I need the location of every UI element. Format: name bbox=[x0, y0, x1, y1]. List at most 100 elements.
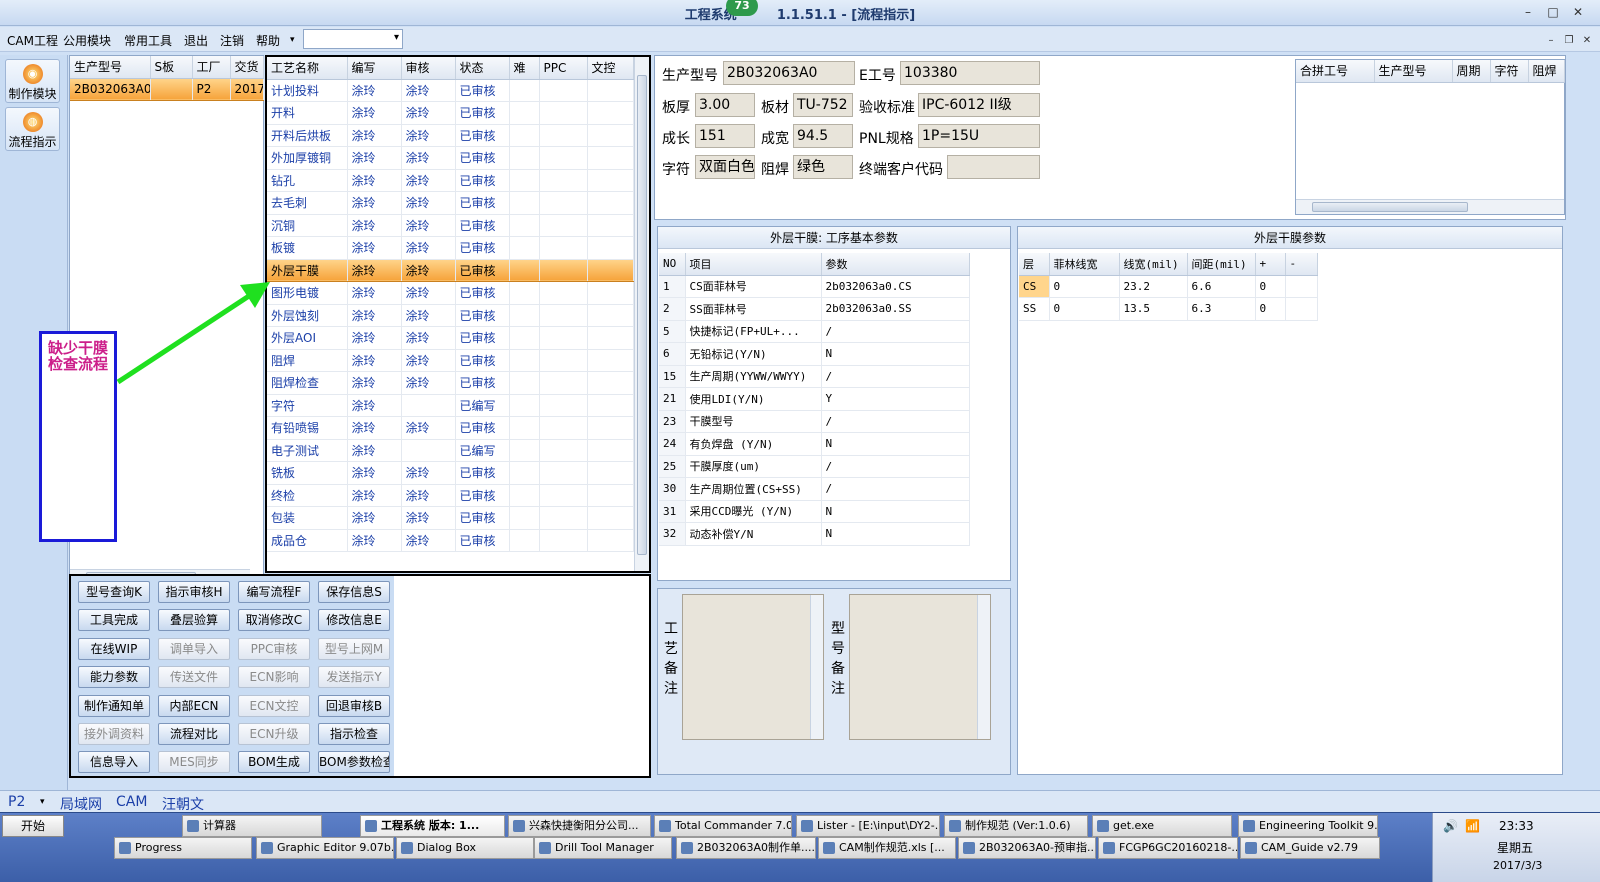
table-row[interactable]: 外加厚镀铜 涂玲 涂玲 已审核 bbox=[267, 146, 634, 170]
table-row[interactable]: 15 生产周期(YYWW/WWYY) / bbox=[659, 365, 970, 388]
col-header[interactable]: 生产型号 bbox=[70, 56, 151, 79]
volume-icon[interactable]: 🔊 bbox=[1443, 819, 1458, 833]
action-button[interactable]: 回退审核B bbox=[318, 694, 390, 717]
action-button[interactable]: 编写流程F bbox=[238, 581, 310, 603]
table-row[interactable]: 外层AOI 涂玲 涂玲 已审核 bbox=[267, 326, 634, 350]
table-row[interactable]: 终检 涂玲 涂玲 已审核 bbox=[267, 484, 634, 507]
mdi-restore-icon[interactable]: ❐ bbox=[1561, 33, 1577, 49]
menu-combo[interactable] bbox=[303, 29, 403, 49]
action-button[interactable]: 内部ECN bbox=[158, 694, 230, 717]
start-button[interactable]: 开始 bbox=[2, 815, 64, 837]
taskbar-item[interactable]: CAM_Guide v2.79 bbox=[1240, 837, 1380, 859]
col-header[interactable]: 工厂 bbox=[192, 56, 231, 79]
material-field[interactable]: TU-752 bbox=[793, 93, 853, 117]
action-button[interactable]: 保存信息S bbox=[318, 581, 390, 603]
col-header[interactable]: 文控 bbox=[587, 57, 634, 80]
menu-common-module[interactable]: 公用模块 bbox=[63, 32, 111, 49]
table-row[interactable]: 1 CS面菲林号 2b032063a0.CS bbox=[659, 275, 970, 298]
table-row[interactable]: 外层蚀刻 涂玲 涂玲 已审核 bbox=[267, 304, 634, 327]
col-header[interactable]: 字符 bbox=[1490, 60, 1529, 83]
width-field[interactable]: 94.5 bbox=[793, 124, 853, 148]
table-row[interactable]: 25 干膜厚度(um) / bbox=[659, 455, 970, 478]
nav-flow-guide[interactable]: ◍ 流程指示 bbox=[5, 107, 60, 151]
table-row[interactable]: 5 快捷标记(FP+UL+... / bbox=[659, 320, 970, 343]
table-row[interactable]: 30 生产周期位置(CS+SS) / bbox=[659, 477, 970, 501]
status-combo[interactable]: P2 bbox=[8, 794, 25, 810]
col-header[interactable]: 难 bbox=[509, 57, 540, 80]
col-header[interactable]: PPC bbox=[539, 57, 588, 80]
table-row[interactable]: 2B032063A0 P2 2017 bbox=[70, 77, 264, 101]
mdi-close-icon[interactable]: ✕ bbox=[1579, 33, 1595, 49]
action-button[interactable]: 指示审核H bbox=[158, 581, 230, 603]
process-list-vscroll[interactable] bbox=[634, 57, 649, 571]
col-header[interactable]: 状态 bbox=[455, 57, 510, 80]
scroll-thumb[interactable] bbox=[1312, 202, 1468, 212]
col-header[interactable]: 阻焊 bbox=[1528, 60, 1565, 83]
col-header[interactable]: 工艺名称 bbox=[267, 57, 348, 80]
table-row[interactable]: 沉铜 涂玲 涂玲 已审核 bbox=[267, 214, 634, 237]
taskbar-item[interactable]: FCGP6GC20160218-... bbox=[1098, 837, 1238, 859]
taskbar-item[interactable]: Graphic Editor 9.07b... bbox=[256, 837, 394, 859]
taskbar-item[interactable]: 计算器 bbox=[182, 815, 322, 837]
nav-make-module[interactable]: ◉ 制作模块 bbox=[5, 59, 60, 103]
table-row[interactable]: CS 0 23.2 6.6 0 bbox=[1019, 275, 1318, 298]
table-row[interactable]: 成品仓 涂玲 涂玲 已审核 bbox=[267, 529, 634, 552]
scroll-thumb[interactable] bbox=[637, 75, 647, 555]
network-icon[interactable]: 📶 bbox=[1465, 819, 1480, 833]
col-header[interactable]: 线宽(mil) bbox=[1119, 253, 1188, 276]
table-row[interactable]: 板镀 涂玲 涂玲 已审核 bbox=[267, 236, 634, 260]
action-button[interactable]: 在线WIP bbox=[78, 637, 150, 660]
taskbar-item[interactable]: 兴森快捷衡阳分公司... bbox=[508, 815, 651, 837]
model-notes-scroll[interactable] bbox=[977, 595, 990, 739]
model-notes-input[interactable] bbox=[849, 594, 991, 740]
taskbar-item[interactable]: CAM制作规范.xls [... bbox=[818, 837, 956, 859]
table-row[interactable]: 去毛刺 涂玲 涂玲 已审核 bbox=[267, 191, 634, 215]
standard-field[interactable]: IPC-6012 II级 bbox=[918, 93, 1040, 117]
table-row[interactable]: 开料后烘板 涂玲 涂玲 已审核 bbox=[267, 124, 634, 147]
process-notes-scroll[interactable] bbox=[810, 595, 823, 739]
col-header[interactable]: 参数 bbox=[821, 253, 970, 276]
taskbar-item[interactable]: 工程系统 版本: 1... bbox=[360, 815, 505, 837]
e-number-field[interactable]: 103380 bbox=[900, 61, 1040, 85]
table-row[interactable]: 计划投料 涂玲 涂玲 已审核 bbox=[267, 79, 634, 102]
taskbar-item[interactable]: 制作规范 (Ver:1.0.6) bbox=[944, 815, 1088, 837]
minimize-icon[interactable]: – bbox=[1520, 4, 1536, 20]
taskbar-item[interactable]: Lister - [E:\input\DY2-... bbox=[796, 815, 940, 837]
table-row[interactable]: 包装 涂玲 涂玲 已审核 bbox=[267, 506, 634, 530]
mdi-minimize-icon[interactable]: – bbox=[1543, 33, 1559, 49]
taskbar-item[interactable]: Drill Tool Manager bbox=[534, 837, 672, 859]
col-header[interactable]: NO bbox=[659, 253, 686, 276]
table-row[interactable]: 有铅喷锡 涂玲 涂玲 已审核 bbox=[267, 416, 634, 440]
table-row[interactable]: SS 0 13.5 6.3 0 bbox=[1019, 297, 1318, 321]
action-button[interactable]: 叠层验算 bbox=[158, 609, 230, 632]
col-header[interactable]: 间距(mil) bbox=[1187, 253, 1256, 276]
taskbar-item[interactable]: 2B032063A0制作单.... bbox=[676, 837, 816, 859]
table-row[interactable]: 2 SS面菲林号 2b032063a0.SS bbox=[659, 297, 970, 321]
pnl-field[interactable]: 1P=15U bbox=[918, 124, 1040, 148]
table-row[interactable]: 外层干膜 涂玲 涂玲 已审核 bbox=[267, 258, 634, 282]
menu-logout[interactable]: 注销 bbox=[220, 32, 244, 49]
close-icon[interactable]: ✕ bbox=[1570, 4, 1586, 20]
col-header[interactable]: + bbox=[1255, 253, 1286, 276]
customer-code-field[interactable] bbox=[947, 155, 1040, 179]
col-header[interactable]: 审核 bbox=[401, 57, 456, 80]
action-button[interactable]: BOM参数检查 bbox=[318, 751, 390, 774]
table-row[interactable]: 开料 涂玲 涂玲 已审核 bbox=[267, 101, 634, 125]
panel-merge-hscroll[interactable] bbox=[1296, 199, 1564, 214]
maximize-icon[interactable]: □ bbox=[1545, 4, 1561, 20]
mask-field[interactable]: 绿色 bbox=[793, 155, 853, 179]
table-row[interactable]: 23 干膜型号 / bbox=[659, 410, 970, 433]
col-header[interactable]: 项目 bbox=[685, 253, 822, 276]
table-row[interactable]: 电子测试 涂玲 已编写 bbox=[267, 439, 634, 462]
taskbar-item[interactable]: Progress bbox=[114, 837, 252, 859]
action-button[interactable]: 指示检查 bbox=[318, 723, 390, 745]
table-row[interactable]: 阻焊 涂玲 涂玲 已审核 bbox=[267, 349, 634, 372]
col-header[interactable]: 交货 bbox=[230, 56, 264, 79]
length-field[interactable]: 151 bbox=[695, 124, 755, 148]
col-header[interactable]: 菲林线宽 bbox=[1049, 253, 1120, 276]
action-button[interactable]: 取消修改C bbox=[238, 609, 310, 632]
status-combo-arrow-icon[interactable]: ▾ bbox=[40, 797, 45, 807]
menu-dropdown-icon[interactable]: ▾ bbox=[290, 35, 295, 45]
menu-cam[interactable]: CAM工程 bbox=[7, 32, 58, 49]
thickness-field[interactable]: 3.00 bbox=[695, 93, 755, 117]
